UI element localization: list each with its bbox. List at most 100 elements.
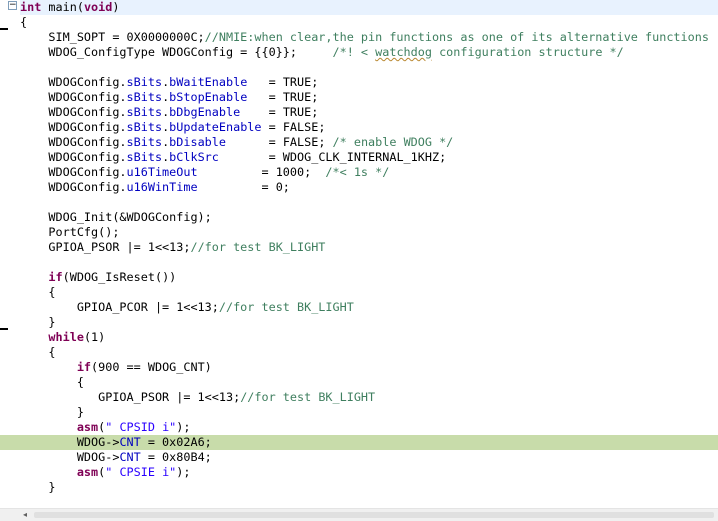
scroll-left-arrow-icon[interactable]: ◂ [20,510,30,520]
code-line[interactable]: WDOGConfig.sBits.bWaitEnable = TRUE; [20,75,718,90]
code-token: { [20,285,56,299]
code-line[interactable]: GPIOA_PSOR |= 1<<13;//for test BK_LIGHT [20,390,718,405]
code-line[interactable]: if(WDOG_IsReset()) [20,270,718,285]
code-token: SIM_SOPT = 0X0000000C; [20,30,205,44]
code-line[interactable] [20,255,718,270]
scrollbar-thumb[interactable] [34,512,714,518]
code-token: " CPSID i" [105,420,177,434]
code-line[interactable]: PortCfg(); [20,225,718,240]
horizontal-scrollbar[interactable]: ◂ [0,508,718,521]
code-token: { [20,375,84,389]
code-token: /*! < [332,45,376,59]
code-token: if [48,270,63,284]
code-token: } [20,405,84,419]
code-line[interactable]: { [20,285,718,300]
code-token: WDOGConfig. [20,180,127,194]
code-line[interactable]: GPIOA_PSOR |= 1<<13;//for test BK_LIGHT [20,240,718,255]
code-token: { [20,15,28,29]
code-token: WDOGConfig. [20,75,127,89]
code-token: if [76,360,92,374]
code-line[interactable]: WDOG_Init(&WDOGConfig); [20,210,718,225]
code-line[interactable]: asm(" CPSID i"); [20,420,718,435]
code-line[interactable]: int main(void) [20,0,718,15]
code-token: { [20,345,56,359]
code-token: } [20,315,56,329]
code-token: u16WinTime [126,180,198,194]
code-token: WDOG_Init(&WDOGConfig); [20,210,212,224]
code-line[interactable]: } [20,405,718,420]
code-token: watchdog [375,45,432,59]
editor-gutter: − [0,0,20,508]
code-token: = 0x02A6; [140,435,212,449]
collapse-icon[interactable]: − [8,1,17,10]
code-token: = TRUE; [247,75,319,89]
code-token: /* enable WDOG */ [332,135,454,149]
code-token: void [83,0,113,14]
code-line[interactable] [20,195,718,210]
code-token: = WDOG_CLK_INTERNAL_1KHZ; [218,150,447,164]
code-token: = TRUE; [247,90,319,104]
code-token: u16TimeOut [126,165,198,179]
code-line[interactable]: } [20,480,718,495]
code-token: WDOGConfig. [20,135,127,149]
code-line[interactable]: while(1) [20,330,718,345]
code-line[interactable]: { [20,15,718,30]
code-token: asm [76,465,99,479]
execution-line-marker [0,435,20,450]
code-line[interactable]: } [20,315,718,330]
code-token: } [20,480,56,494]
code-token: //for test BK_LIGHT [218,300,354,314]
code-line[interactable]: WDOG->CNT = 0x02A6; [0,435,718,450]
code-token: WDOG_ConfigType WDOGConfig = {{0}}; [20,45,333,59]
code-token: configuration structure */ [431,45,624,59]
code-editor[interactable]: − int main(void){ SIM_SOPT = 0X0000000C;… [0,0,718,508]
code-token: bStopEnable [169,90,248,104]
code-token: (1) [83,330,106,344]
code-token: //for test BK_LIGHT [240,390,376,404]
code-token: WDOGConfig. [20,165,127,179]
code-line[interactable] [20,60,718,75]
code-line[interactable]: asm(" CPSIE i"); [20,465,718,480]
code-token: GPIOA_PSOR |= 1<<13; [20,240,191,254]
code-line[interactable]: WDOGConfig.u16TimeOut = 1000; /*< 1s */ [20,165,718,180]
code-token: WDOGConfig. [20,90,127,104]
code-line[interactable]: GPIOA_PCOR |= 1<<13;//for test BK_LIGHT [20,300,718,315]
code-token: CNT [119,435,141,449]
code-line[interactable]: if(900 == WDOG_CNT) [20,360,718,375]
code-line[interactable]: { [20,375,718,390]
code-token: WDOGConfig. [20,105,127,119]
code-token: GPIOA_PSOR |= 1<<13; [20,390,241,404]
code-token: = FALSE; [261,120,326,134]
code-line[interactable]: SIM_SOPT = 0X0000000C;//NMIE:when clear,… [20,30,718,45]
code-line[interactable]: WDOGConfig.sBits.bDbgEnable = TRUE; [20,105,718,120]
code-token: = 1000; [197,165,326,179]
code-token: = 0x80B4; [140,450,212,464]
code-token: bWaitEnable [169,75,248,89]
code-token: PortCfg(); [20,225,120,239]
code-token: asm [76,420,99,434]
code-line[interactable]: WDOG_ConfigType WDOGConfig = {{0}}; /*! … [20,45,718,60]
change-marker [0,328,8,330]
code-token: sBits [126,105,163,119]
code-line[interactable]: WDOGConfig.sBits.bUpdateEnable = FALSE; [20,120,718,135]
code-line[interactable]: WDOGConfig.sBits.bStopEnable = TRUE; [20,90,718,105]
code-token: ) [112,0,120,14]
code-line[interactable]: WDOGConfig.sBits.bClkSrc = WDOG_CLK_INTE… [20,150,718,165]
code-token: while [48,330,84,344]
code-token: bDisable [169,135,226,149]
code-token: /*< 1s */ [325,165,390,179]
code-line[interactable]: WDOGConfig.u16WinTime = 0; [20,180,718,195]
code-line[interactable]: WDOG->CNT = 0x80B4; [20,450,718,465]
code-token: = 0; [197,180,290,194]
code-token: = FALSE; [226,135,333,149]
code-line[interactable]: { [20,345,718,360]
code-token: sBits [126,75,163,89]
code-token: //for test BK_LIGHT [190,240,326,254]
code-token: //NMIE:when clear,the pin functions as o… [204,30,709,44]
code-line[interactable]: WDOGConfig.sBits.bDisable = FALSE; /* en… [20,135,718,150]
code-token: bDbgEnable [169,105,241,119]
